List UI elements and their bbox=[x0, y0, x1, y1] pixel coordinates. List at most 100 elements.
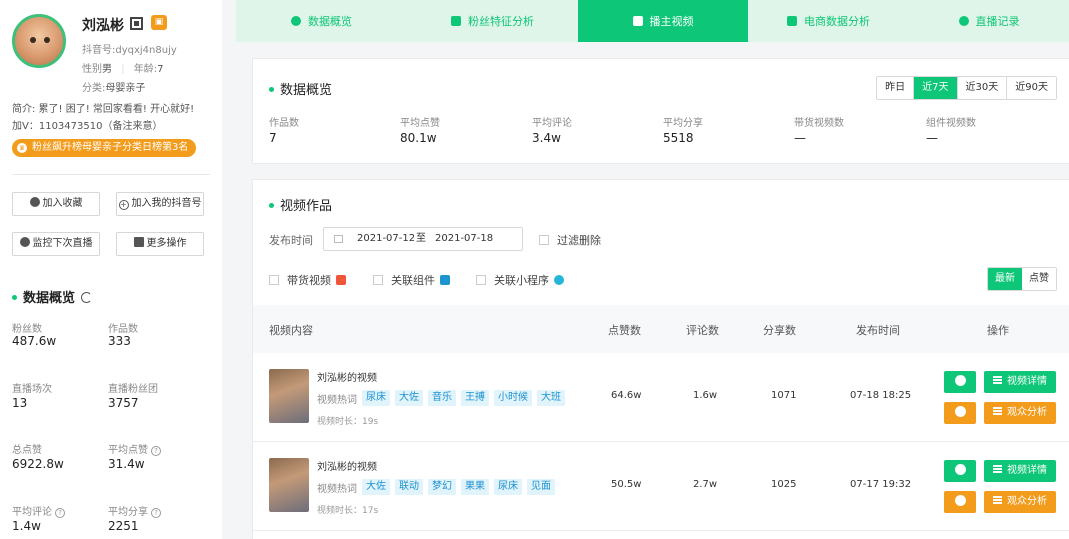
column-header[interactable]: 评论数 bbox=[686, 322, 719, 338]
keyword-tag[interactable]: 尿床 bbox=[494, 479, 522, 495]
stat-value: 31.4w bbox=[108, 457, 145, 471]
help-icon[interactable]: ? bbox=[151, 446, 161, 456]
date-end[interactable]: 2021-07-18 bbox=[435, 228, 493, 250]
range-30-days[interactable]: 近30天 bbox=[956, 77, 1007, 99]
video-detail-button[interactable]: 视频详情 bbox=[984, 460, 1056, 482]
tab-ecommerce[interactable]: 电商数据分析 bbox=[748, 0, 909, 42]
rank-badge-text: 粉丝飙升榜母婴亲子分类日榜第3名 bbox=[32, 142, 189, 153]
comments-count: 1.6w bbox=[693, 390, 718, 401]
category: 分类:母婴亲子 bbox=[82, 79, 145, 94]
keyword-tag[interactable]: 果果 bbox=[461, 479, 489, 495]
favorite-video-button[interactable] bbox=[944, 402, 976, 424]
help-icon[interactable]: ? bbox=[151, 508, 161, 518]
metric-value: — bbox=[794, 131, 806, 145]
keyword-tag[interactable]: 音乐 bbox=[428, 390, 456, 406]
keyword-tag[interactable]: 大佐 bbox=[395, 390, 423, 406]
play-icon bbox=[954, 464, 966, 475]
metric-value: 3.4w bbox=[532, 131, 561, 145]
range-yesterday[interactable]: 昨日 bbox=[877, 77, 914, 99]
rank-badge[interactable]: ♛ 粉丝飙升榜母婴亲子分类日榜第3名 bbox=[12, 139, 197, 157]
tab-data-overview[interactable]: 数据概览 bbox=[236, 0, 407, 42]
filter-linked-component[interactable]: 关联组件 bbox=[373, 272, 450, 288]
filter-deleted-label: 过滤删除 bbox=[557, 234, 601, 247]
miniprogram-icon bbox=[554, 275, 564, 285]
goods-tag-icon bbox=[336, 275, 346, 285]
metric-label: 平均评论 bbox=[532, 118, 572, 129]
shop-icon[interactable]: ▣ bbox=[151, 15, 167, 30]
column-header[interactable]: 分享数 bbox=[763, 322, 796, 338]
keyword-tag[interactable]: 大班 bbox=[537, 390, 565, 406]
hot-words-label: 视频热词 bbox=[317, 394, 357, 406]
more-actions-button[interactable]: 更多操作 bbox=[116, 232, 204, 256]
checkbox[interactable] bbox=[269, 275, 279, 285]
monitor-live-label: 监控下次直播 bbox=[32, 238, 93, 249]
avatar[interactable] bbox=[12, 14, 66, 68]
more-actions-label: 更多操作 bbox=[146, 238, 187, 249]
tab-fan-analysis[interactable]: 粉丝特征分析 bbox=[407, 0, 578, 42]
range-7-days[interactable]: 近7天 bbox=[913, 77, 957, 99]
add-my-account-button[interactable]: + 加入我的抖音号 bbox=[116, 192, 204, 216]
play-button[interactable] bbox=[944, 460, 976, 482]
keyword-tag[interactable]: 王搏 bbox=[461, 390, 489, 406]
keyword-tag[interactable]: 小时候 bbox=[494, 390, 532, 406]
column-header[interactable]: 发布时间 bbox=[856, 322, 900, 338]
date-start[interactable]: 2021-07-12 bbox=[357, 228, 415, 250]
audience-analysis-button[interactable]: 观众分析 bbox=[984, 491, 1056, 513]
video-title[interactable]: 刘泓彬的视频 bbox=[317, 458, 377, 473]
keyword-tag[interactable]: 梦幻 bbox=[428, 479, 456, 495]
tab-creator-videos[interactable]: 播主视频 bbox=[578, 0, 748, 42]
videos-title-text: 视频作品 bbox=[280, 199, 333, 214]
list-icon bbox=[993, 376, 1002, 384]
metric-label: 作品数 bbox=[269, 118, 299, 129]
filter-label: 带货视频 bbox=[287, 274, 331, 287]
sort-newest[interactable]: 最新 bbox=[988, 268, 1022, 290]
refresh-icon[interactable] bbox=[81, 292, 93, 303]
filter-goods-video[interactable]: 带货视频 bbox=[269, 272, 346, 288]
favorite-button[interactable]: 加入收藏 bbox=[12, 192, 100, 216]
bio: 简介: 累了! 困了! 常回家看看! 开心就好! bbox=[12, 104, 195, 115]
help-icon[interactable]: ? bbox=[55, 508, 65, 518]
overview-title-text: 数据概览 bbox=[280, 83, 333, 98]
date-range-picker[interactable]: 2021-07-12 至 2021-07-18 bbox=[323, 227, 523, 251]
qr-code-icon[interactable] bbox=[130, 17, 143, 30]
audience-analysis-button[interactable]: 观众分析 bbox=[984, 402, 1056, 424]
keyword-tag[interactable]: 联动 bbox=[395, 479, 423, 495]
video-detail-button[interactable]: 视频详情 bbox=[984, 371, 1056, 393]
tab-live-records[interactable]: 直播记录 bbox=[909, 0, 1069, 42]
column-header[interactable]: 点赞数 bbox=[608, 322, 641, 338]
video-duration: 视频时长：19s bbox=[317, 414, 378, 427]
favorite-video-button[interactable] bbox=[944, 491, 976, 513]
checkbox[interactable] bbox=[539, 235, 549, 245]
tab-label: 播主视频 bbox=[649, 15, 694, 28]
sort-likes[interactable]: 点赞 bbox=[1022, 268, 1056, 290]
keyword-tag[interactable]: 大佐 bbox=[362, 479, 390, 495]
stat-label-with-help: 平均点赞? bbox=[108, 441, 161, 456]
video-thumbnail[interactable] bbox=[269, 369, 309, 423]
left-stats-title: 数据概览 bbox=[12, 287, 93, 306]
range-90-days[interactable]: 近90天 bbox=[1006, 77, 1056, 99]
filter-deleted-checkbox[interactable]: 过滤删除 bbox=[539, 232, 601, 248]
filter-label: 关联小程序 bbox=[494, 274, 549, 287]
profile-sidebar: 刘泓彬 ▣ 抖音号:dyqxj4n8ujy 性别男 | 年龄:7 分类:母婴亲子… bbox=[0, 0, 222, 539]
video-detail-label: 视频详情 bbox=[1007, 376, 1047, 387]
keyword-tag[interactable]: 见面 bbox=[527, 479, 555, 495]
shop-icon bbox=[787, 16, 797, 26]
tab-label: 数据概览 bbox=[308, 15, 352, 28]
metric-label: 平均点赞 bbox=[400, 118, 440, 129]
gender-value: 男 bbox=[102, 64, 112, 75]
comments-count: 2.7w bbox=[693, 479, 718, 490]
keyword-tag[interactable]: 尿床 bbox=[362, 390, 390, 406]
play-button[interactable] bbox=[944, 371, 976, 393]
likes-count: 50.5w bbox=[611, 479, 642, 490]
video-title[interactable]: 刘泓彬的视频 bbox=[317, 369, 377, 384]
hot-words-label: 视频热词 bbox=[317, 483, 357, 495]
filter-linked-miniprogram[interactable]: 关联小程序 bbox=[476, 272, 564, 288]
checkbox[interactable] bbox=[373, 275, 383, 285]
checkbox[interactable] bbox=[476, 275, 486, 285]
list-icon bbox=[993, 496, 1002, 504]
video-thumbnail[interactable] bbox=[269, 458, 309, 512]
pie-chart-icon bbox=[291, 16, 301, 26]
stat-value: 13 bbox=[12, 396, 28, 410]
monitor-live-button[interactable]: 监控下次直播 bbox=[12, 232, 100, 256]
metric-label: 带货视频数 bbox=[794, 118, 844, 129]
